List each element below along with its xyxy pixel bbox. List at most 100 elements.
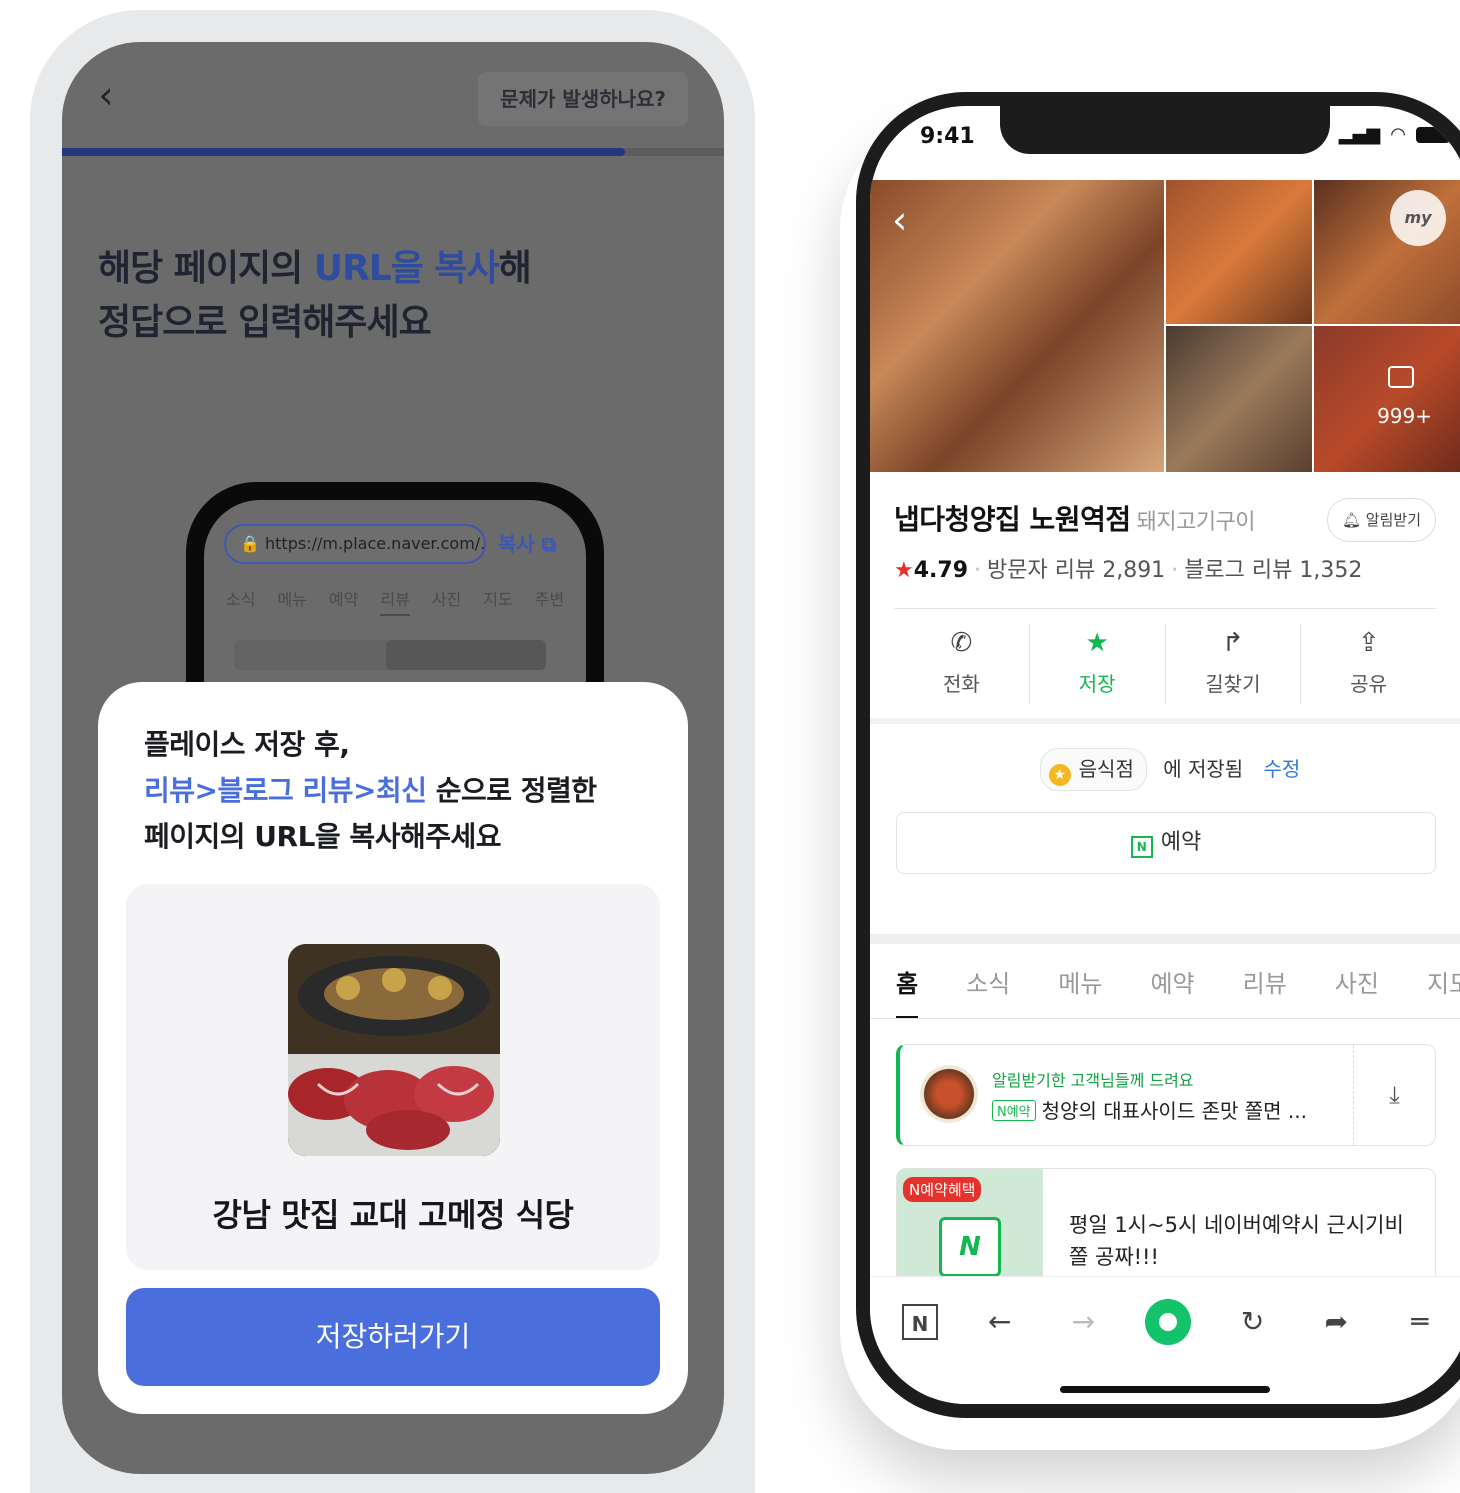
separator: · xyxy=(974,558,982,583)
naver-icon[interactable]: N xyxy=(902,1304,938,1340)
page-title: 해당 페이지의 URL을 복사해 정답으로 입력해주세요 xyxy=(98,242,532,350)
top-bar: ‹ 문제가 발생하나요? xyxy=(62,42,724,152)
hero-photos[interactable]: ‹ my 999+ xyxy=(870,180,1460,472)
tab-news[interactable]: 소식 xyxy=(966,964,1010,999)
place-name: 강남 맛집 교대 고메정 식당 xyxy=(212,1196,574,1234)
blog-reviews-link[interactable]: 블로그 리뷰 1,352 xyxy=(1184,558,1362,583)
forward-arrow-icon[interactable]: → xyxy=(1061,1300,1105,1344)
green-dot-icon[interactable] xyxy=(1144,1299,1191,1345)
photo-count: 999+ xyxy=(1377,404,1432,428)
action-bar: ✆ 전화 ★ 저장 ↱ 길찾기 ⇪ 공유 xyxy=(894,624,1436,704)
mini-copy-label: 복사 xyxy=(498,532,535,556)
saved-folder-label: 음식점 xyxy=(1078,757,1134,781)
report-problem-button[interactable]: 문제가 발생하나요? xyxy=(478,72,688,126)
hero-photo-main[interactable] xyxy=(870,180,1164,472)
tab-reserve[interactable]: 예약 xyxy=(1150,964,1194,999)
home-indicator xyxy=(1060,1386,1270,1393)
mini-tab: 예약 xyxy=(328,590,359,609)
back-icon[interactable]: ‹ xyxy=(892,198,907,242)
calendar-icon: N xyxy=(939,1217,1001,1277)
directions-button[interactable]: ↱ 길찾기 xyxy=(1166,624,1302,704)
section-divider xyxy=(870,718,1460,724)
notify-button[interactable]: 🔔︎ 알림받기 xyxy=(1326,498,1436,542)
mini-tab: 소식 xyxy=(226,590,256,609)
mini-tab: 지도 xyxy=(483,590,513,609)
star-icon: ★ xyxy=(894,558,914,583)
my-badge[interactable]: my xyxy=(1390,190,1446,246)
mini-copy-button: 복사 ⧉ xyxy=(498,524,556,564)
tab-menu[interactable]: 메뉴 xyxy=(1058,964,1102,999)
headline-highlight: URL을 복사 xyxy=(313,248,500,289)
coupon-text: 청양의 대표사이드 존맛 쫄면 ... xyxy=(1041,1099,1307,1123)
saved-folder-chip[interactable]: ★ 음식점 xyxy=(1039,748,1147,791)
phone-icon: ✆ xyxy=(950,628,973,658)
go-save-button[interactable]: 저장하러가기 xyxy=(126,1288,660,1386)
benefit-line1: 평일 1시~5시 네이버예약시 근시기비 xyxy=(1069,1213,1404,1237)
call-button[interactable]: ✆ 전화 xyxy=(894,624,1030,704)
place-title: 냅다청양집 노원역점 돼지고기구이 xyxy=(894,498,1256,538)
share-icon: ⇪ xyxy=(1357,628,1380,658)
place-name: 냅다청양집 노원역점 xyxy=(894,503,1131,536)
hero-photo[interactable] xyxy=(1166,180,1312,324)
tab-photo[interactable]: 사진 xyxy=(1335,964,1379,999)
saved-status: ★ 음식점 에 저장됨 수정 xyxy=(870,748,1460,791)
reserve-button[interactable]: N 예약 xyxy=(896,812,1436,874)
place-category: 돼지고기구이 xyxy=(1136,510,1256,535)
download-icon[interactable]: ⤓ xyxy=(1353,1045,1435,1145)
headline-line1-pre: 해당 페이지의 xyxy=(98,248,314,289)
coupon-title: 알림받기한 고객님들께 드려요 xyxy=(992,1071,1194,1090)
battery-icon xyxy=(1416,126,1450,143)
browser-toolbar: N ← → ↻ ➦ ═ xyxy=(870,1276,1460,1404)
notch xyxy=(1000,106,1330,154)
mini-segment-active xyxy=(386,640,546,670)
saved-edit-link[interactable]: 수정 xyxy=(1264,757,1301,781)
visitor-reviews-link[interactable]: 방문자 리뷰 2,891 xyxy=(987,558,1165,583)
instruction-highlight: 리뷰>블로그 리뷰>최신 xyxy=(144,774,427,807)
chevron-left-icon[interactable]: ‹ xyxy=(88,72,124,118)
divider xyxy=(894,608,1436,609)
mini-url-text: https://m.place.naver.com/.. xyxy=(265,534,486,553)
tab-home[interactable]: 홈 xyxy=(896,964,918,999)
benefit-line2: 쫄 공짜!!! xyxy=(1069,1245,1159,1269)
headline-line1-post: 해 xyxy=(498,248,532,289)
wifi-icon: ◠ xyxy=(1390,124,1406,145)
instruction-line1: 플레이스 저장 후, xyxy=(144,728,350,761)
hero-photo[interactable] xyxy=(1166,326,1312,472)
instruction-line3: 페이지의 URL을 복사해주세요 xyxy=(144,820,502,853)
action-label: 전화 xyxy=(942,672,980,696)
star-icon: ★ xyxy=(1085,628,1109,658)
mini-tab: 사진 xyxy=(431,590,462,609)
benefit-card[interactable]: N예약혜택 N 평일 1시~5시 네이버예약시 근시기비 쫄 공짜!!! xyxy=(896,1168,1436,1288)
mini-review-segment xyxy=(234,640,546,670)
tab-map[interactable]: 지도 xyxy=(1427,964,1460,999)
back-arrow-icon[interactable]: ← xyxy=(978,1300,1022,1344)
section-divider xyxy=(870,934,1460,944)
coupon-body: N예약 청양의 대표사이드 존맛 쫄면 ... xyxy=(992,1095,1307,1124)
coupon-card[interactable]: 알림받기한 고객님들께 드려요 N예약 청양의 대표사이드 존맛 쫄면 ... ⤓ xyxy=(896,1044,1436,1146)
action-label: 공유 xyxy=(1350,672,1388,696)
share-icon[interactable]: ➦ xyxy=(1314,1300,1358,1344)
instruction-text: 플레이스 저장 후, 리뷰>블로그 리뷰>최신 순으로 정렬한 페이지의 URL… xyxy=(144,722,597,860)
rating-score: 4.79 xyxy=(913,558,969,583)
browser-toolbar-items: N ← → ↻ ➦ ═ xyxy=(902,1299,1442,1345)
mini-tab: 주변 xyxy=(534,590,565,609)
hero-photo-more[interactable] xyxy=(1314,326,1460,472)
save-button[interactable]: ★ 저장 xyxy=(1030,624,1166,704)
headline-line2: 정답으로 입력해주세요 xyxy=(98,302,432,343)
menu-icon[interactable]: ═ xyxy=(1398,1300,1442,1344)
action-label: 길찾기 xyxy=(1205,672,1261,696)
status-icons: ▂▄▆ ◠ xyxy=(1339,124,1450,145)
folder-icon: ★ xyxy=(1048,764,1071,786)
left-device-screen: ‹ 문제가 발생하나요? 해당 페이지의 URL을 복사해 정답으로 입력해주세… xyxy=(62,42,724,1474)
benefit-text: 평일 1시~5시 네이버예약시 근시기비쫄 공짜!!! xyxy=(1069,1209,1404,1273)
bell-icon: 🔔︎ xyxy=(1341,511,1362,529)
mini-url-bar: 🔒 https://m.place.naver.com/.. xyxy=(224,524,486,564)
tab-review[interactable]: 리뷰 xyxy=(1243,964,1287,999)
refresh-icon[interactable]: ↻ xyxy=(1231,1300,1275,1344)
rating-row: ★4.79 · 방문자 리뷰 2,891 · 블로그 리뷰 1,352 xyxy=(894,552,1362,584)
progress-bar xyxy=(62,148,724,156)
share-button[interactable]: ⇪ 공유 xyxy=(1301,624,1436,704)
place-tabs: 홈 소식 메뉴 예약 리뷰 사진 지도 xyxy=(896,964,1460,999)
copy-icon: ⧉ xyxy=(541,532,557,556)
mini-tabs: 소식 메뉴 예약 리뷰 사진 지도 주변 xyxy=(226,586,564,616)
